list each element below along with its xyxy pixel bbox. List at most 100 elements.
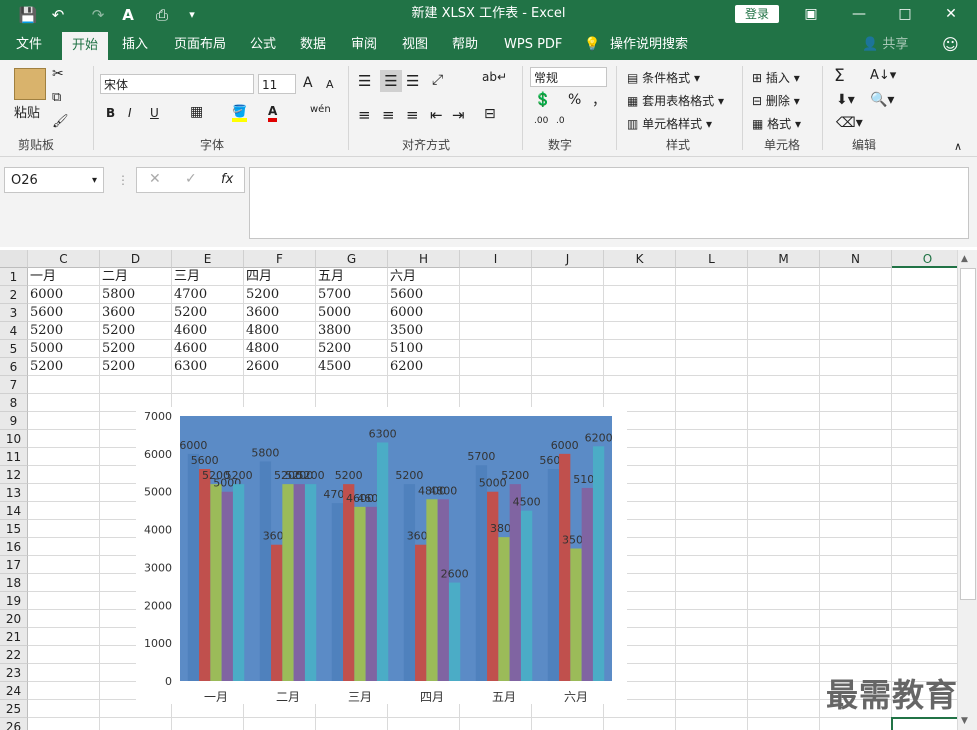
cell[interactable]: 4600 [172, 340, 207, 358]
cell[interactable]: 六月 [388, 268, 416, 286]
tab-view[interactable]: 视图 [402, 30, 428, 60]
align-right-icon[interactable]: ≡ [406, 106, 419, 124]
tab-data[interactable]: 数据 [300, 30, 326, 60]
row-header-13[interactable]: 13 [0, 484, 28, 502]
tab-insert[interactable]: 插入 [122, 30, 148, 60]
cell[interactable]: 三月 [172, 268, 200, 286]
column-chart[interactable]: 0 1000 2000 3000 4000 5000 6000 7000 6000 5600 520… [136, 407, 627, 704]
column-header-j[interactable]: J [532, 250, 604, 268]
column-header-o[interactable]: O [892, 250, 957, 268]
cell[interactable]: 2600 [244, 358, 279, 376]
cell[interactable]: 3800 [316, 322, 351, 340]
cell[interactable]: 5000 [28, 340, 63, 358]
clear-icon[interactable]: ⌫▾ [836, 115, 863, 131]
row-header-1[interactable]: 1 [0, 268, 28, 286]
insert-cells-button[interactable]: ⊞ 插入 ▾ [752, 69, 800, 86]
border-icon[interactable]: ▦ [190, 104, 203, 120]
tab-help[interactable]: 帮助 [452, 30, 478, 60]
cell[interactable]: 6000 [388, 304, 423, 322]
tab-formulas[interactable]: 公式 [250, 30, 276, 60]
tell-me-search[interactable]: 操作说明搜索 [610, 30, 688, 60]
cell[interactable]: 3600 [244, 304, 279, 322]
row-header-7[interactable]: 7 [0, 376, 28, 394]
cell[interactable]: 5200 [316, 340, 351, 358]
cell[interactable]: 5200 [100, 358, 135, 376]
row-header-22[interactable]: 22 [0, 646, 28, 664]
row-header-25[interactable]: 25 [0, 700, 28, 718]
copy-icon[interactable]: ⧉ [52, 90, 61, 105]
formula-input[interactable] [249, 167, 969, 239]
cell[interactable]: 3600 [100, 304, 135, 322]
font-color-icon[interactable]: A [268, 104, 278, 122]
autosum-icon[interactable]: Σ [834, 66, 845, 86]
select-all-corner[interactable] [0, 250, 28, 268]
column-header-l[interactable]: L [676, 250, 748, 268]
cell[interactable]: 5200 [100, 322, 135, 340]
align-bottom-icon[interactable]: ☰ [406, 72, 419, 90]
increase-indent-icon[interactable]: ⇥ [452, 106, 465, 124]
row-header-9[interactable]: 9 [0, 412, 28, 430]
decrease-decimal-icon[interactable]: .0 [556, 116, 565, 126]
row-header-19[interactable]: 19 [0, 592, 28, 610]
row-header-18[interactable]: 18 [0, 574, 28, 592]
cell[interactable]: 6000 [28, 286, 63, 304]
comma-button[interactable]: ， [592, 90, 606, 110]
cell[interactable]: 4600 [172, 322, 207, 340]
tab-file[interactable]: 文件 [16, 30, 42, 60]
cell[interactable]: 五月 [316, 268, 344, 286]
delete-cells-button[interactable]: ⊟ 删除 ▾ [752, 92, 800, 109]
find-select-icon[interactable]: 🔍▾ [870, 92, 894, 108]
cell[interactable]: 4800 [244, 322, 279, 340]
cell[interactable]: 3500 [388, 322, 423, 340]
cell[interactable]: 4700 [172, 286, 207, 304]
row-header-11[interactable]: 11 [0, 448, 28, 466]
share-button[interactable]: 👤 共享 [862, 30, 908, 60]
name-box[interactable]: O26 ▾ [4, 167, 104, 193]
close-button[interactable]: ✕ [928, 0, 974, 30]
insert-function-icon[interactable]: fx [221, 172, 233, 187]
tab-home[interactable]: 开始 [62, 32, 109, 60]
row-header-6[interactable]: 6 [0, 358, 28, 376]
cell[interactable]: 6300 [172, 358, 207, 376]
cell[interactable]: 5200 [28, 358, 63, 376]
row-header-4[interactable]: 4 [0, 322, 28, 340]
format-as-table-button[interactable]: ▦ 套用表格格式 ▾ [627, 92, 724, 109]
login-button[interactable]: 登录 [735, 5, 779, 23]
column-header-c[interactable]: C [28, 250, 100, 268]
selected-cell[interactable] [891, 717, 957, 730]
row-header-16[interactable]: 16 [0, 538, 28, 556]
tab-wps-pdf[interactable]: WPS PDF [504, 30, 562, 60]
row-header-15[interactable]: 15 [0, 520, 28, 538]
number-format-select[interactable]: 常规 [530, 67, 607, 87]
column-header-h[interactable]: H [388, 250, 460, 268]
row-header-8[interactable]: 8 [0, 394, 28, 412]
phonetic-icon[interactable]: wén [310, 104, 331, 115]
conditional-format-button[interactable]: ▤ 条件格式 ▾ [627, 69, 700, 86]
ribbon-display-icon[interactable]: ▣ [788, 0, 834, 30]
paste-button[interactable]: 粘贴 [14, 102, 40, 121]
merge-center-icon[interactable]: ⊟ [484, 106, 496, 122]
cell[interactable]: 5600 [388, 286, 423, 304]
row-header-26[interactable]: 26 [0, 718, 28, 730]
column-header-m[interactable]: M [748, 250, 820, 268]
paste-icon[interactable] [14, 68, 46, 100]
cell[interactable]: 5000 [316, 304, 351, 322]
italic-button[interactable]: I [128, 106, 132, 120]
percent-button[interactable]: % [568, 92, 581, 108]
cell[interactable]: 5800 [100, 286, 135, 304]
format-cells-button[interactable]: ▦ 格式 ▾ [752, 115, 801, 132]
column-header-i[interactable]: I [460, 250, 532, 268]
cell[interactable]: 5200 [172, 304, 207, 322]
collapse-ribbon-icon[interactable]: ∧ [954, 140, 962, 153]
align-center-icon[interactable]: ≡ [382, 106, 395, 124]
cell[interactable]: 5700 [316, 286, 351, 304]
bold-button[interactable]: B [106, 106, 115, 120]
column-header-n[interactable]: N [820, 250, 892, 268]
row-header-5[interactable]: 5 [0, 340, 28, 358]
cell[interactable]: 5100 [388, 340, 423, 358]
decrease-indent-icon[interactable]: ⇤ [430, 106, 443, 124]
orientation-icon[interactable]: ⤢ [432, 72, 443, 88]
fill-color-icon[interactable]: 🪣 [232, 104, 247, 122]
row-header-23[interactable]: 23 [0, 664, 28, 682]
shrink-font-icon[interactable]: A [326, 78, 334, 91]
